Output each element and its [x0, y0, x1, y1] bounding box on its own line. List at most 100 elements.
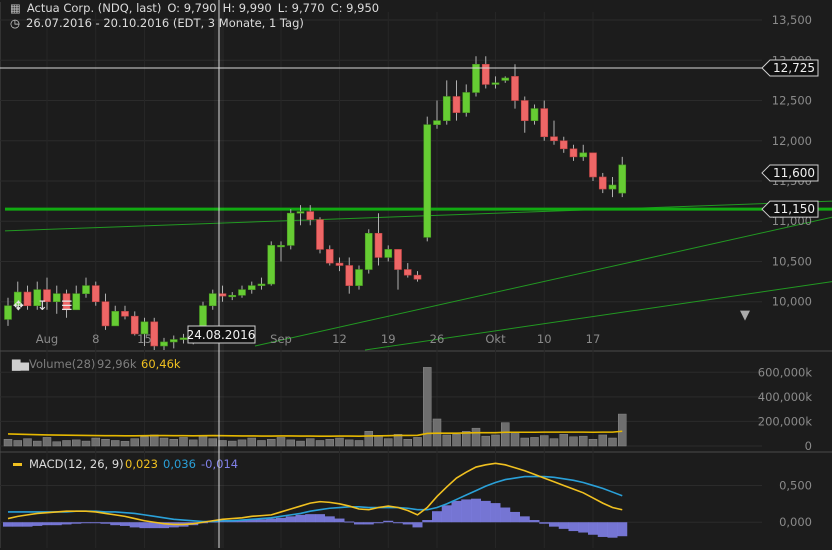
volume-bar	[62, 440, 71, 447]
volume-bar	[559, 434, 568, 447]
volume-icon: ▇▅	[11, 358, 29, 371]
volume-bar	[608, 437, 617, 447]
volume-bar	[101, 438, 110, 447]
download-icon[interactable]: ↧	[37, 299, 48, 314]
macd-histogram-bar	[285, 516, 296, 523]
macd-histogram-bar	[578, 522, 589, 533]
macd-histogram-bar	[100, 522, 111, 524]
time-tick-label: 10	[537, 332, 552, 346]
volume-bar	[384, 438, 393, 447]
volume-bar	[111, 440, 120, 447]
trendline-middle	[254, 216, 832, 347]
macd-lines	[3, 462, 628, 538]
macd-histogram-bar	[383, 520, 394, 523]
macd-histogram-bar	[305, 514, 316, 523]
candle-body	[316, 219, 324, 250]
macd-histogram-bar	[81, 522, 91, 524]
volume-bar	[374, 435, 383, 447]
macd-histogram-bar	[276, 517, 286, 523]
macd-histogram-bar	[539, 522, 550, 524]
clock-icon: ◷	[10, 16, 21, 30]
crosshair-shade	[214, 0, 224, 548]
macd-histogram-bar	[393, 522, 403, 524]
macd-histogram-bar	[432, 511, 442, 523]
macd-histogram-bar	[354, 522, 364, 525]
volume-bar	[530, 437, 539, 447]
volume-tick-label: 200,000k	[758, 414, 813, 428]
macd-histogram-bar	[412, 522, 423, 528]
macd-histogram-bar	[451, 500, 462, 523]
candle-body	[472, 64, 480, 93]
volume-bar	[413, 437, 422, 447]
volume-bar	[286, 439, 295, 447]
candle-body	[550, 136, 558, 142]
candle-body	[228, 294, 237, 298]
macd-histogram-bar	[519, 516, 530, 523]
volume-bar	[120, 441, 130, 447]
volume-bar	[91, 437, 100, 447]
volume-bar	[140, 436, 149, 447]
volume-bar	[481, 435, 490, 447]
volume-bar	[23, 438, 32, 447]
volume-bar	[598, 434, 607, 447]
macd-histogram-bar	[461, 499, 472, 523]
macd-histogram-bar	[529, 520, 540, 523]
candle-body	[277, 245, 285, 248]
candle-body	[520, 100, 529, 121]
volume-bar	[549, 438, 559, 447]
instrument-name: Actua Corp. (NDQ, last)	[26, 1, 162, 15]
volume-bar	[81, 440, 91, 447]
volume-bar	[501, 422, 510, 447]
collapse-icon[interactable]: ▼	[740, 308, 750, 323]
price-tag-label: 12,725	[773, 61, 815, 75]
macd-histogram-bar	[344, 521, 355, 523]
candle-body	[530, 108, 539, 121]
price-tick-label: 13,500	[772, 13, 812, 27]
volume-bar	[306, 438, 315, 447]
macd-legend-swatch	[13, 463, 22, 466]
candle-body	[82, 285, 90, 294]
ohlc-high: H: 9,990	[222, 1, 272, 15]
candle-body	[433, 120, 441, 125]
macd-histogram-bar	[471, 498, 481, 523]
volume-bar	[130, 438, 139, 447]
macd-histogram-bar	[42, 522, 52, 526]
volume-tick-label: 400,000k	[758, 390, 813, 404]
macd-histogram-bar	[139, 522, 150, 529]
candle-body	[257, 283, 266, 286]
trendline-upper	[4, 200, 832, 232]
macd-histogram-bar	[61, 522, 72, 525]
macd-histogram-bar	[441, 505, 452, 523]
volume-bar	[579, 435, 588, 447]
macd-histogram-bar	[110, 522, 121, 526]
candle-body	[286, 212, 295, 246]
time-tick-label: 15	[137, 332, 152, 346]
macd-tick-label: 0,000	[779, 515, 812, 529]
candle-body	[579, 152, 588, 158]
time-tick-label: 8	[92, 332, 99, 346]
volume-bar	[159, 437, 169, 447]
volume-bar	[52, 441, 61, 447]
candle-body	[91, 285, 100, 303]
volume-bar	[72, 439, 81, 447]
volume-bar	[452, 434, 461, 447]
chart-canvas[interactable]: 10,00010,50011,00011,50012,00012,50013,0…	[0, 0, 832, 550]
macd-histogram-bar	[568, 522, 579, 532]
price-tag-label: 11,150	[773, 202, 815, 216]
date-range-header: ◷ 26.07.2016 - 20.10.2016 (EDT, 3 Monate,…	[10, 16, 310, 30]
price-tag-label: 11,600	[773, 166, 815, 180]
volume-bar	[237, 439, 247, 447]
volume-bar	[179, 437, 188, 447]
date-range: 26.07.2016 - 20.10.2016 (EDT, 3 Monate, …	[26, 16, 304, 30]
candle-body	[335, 262, 344, 266]
macd-histogram-bar	[90, 522, 101, 524]
macd-histogram-bar	[12, 522, 23, 527]
candle-body	[394, 249, 402, 270]
move-cross-icon[interactable]: ✥	[13, 299, 24, 314]
lines-icon[interactable]: ☰	[61, 299, 73, 314]
volume-tick-label: 0	[805, 439, 812, 453]
candle-body	[296, 211, 305, 214]
macd-histogram-bar	[32, 522, 43, 526]
volume-value-2: 60,46k	[141, 357, 181, 371]
macd-histogram-bar	[266, 518, 277, 523]
